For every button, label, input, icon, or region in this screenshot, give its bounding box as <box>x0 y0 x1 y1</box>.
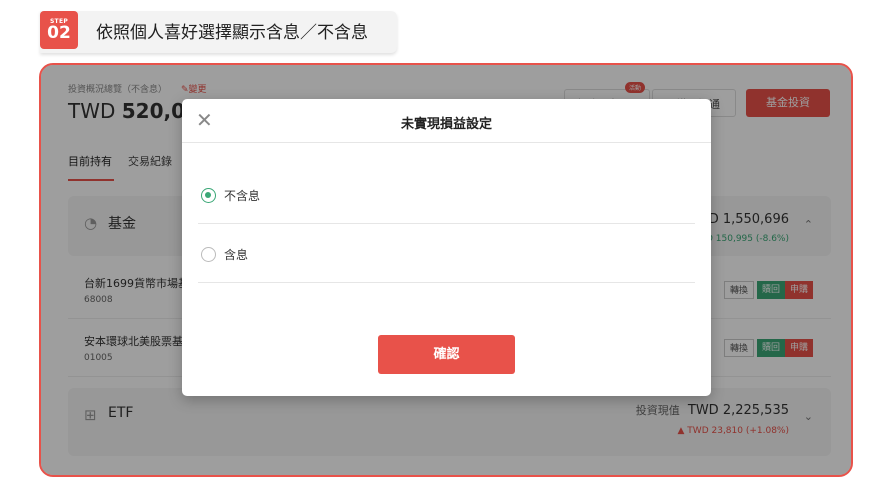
option-label: 含息 <box>224 248 249 262</box>
step-badge: STEP 02 <box>40 11 78 49</box>
unrealized-pnl-settings-dialog: ✕ 未實現損益設定 不含息 含息 確認 <box>182 99 711 396</box>
option-label: 不含息 <box>224 189 261 203</box>
step-badge-number: 02 <box>47 23 71 43</box>
step-title: 依照個人喜好選擇顯示含息／不含息 <box>96 23 368 43</box>
radio-unchecked[interactable] <box>201 247 216 262</box>
dialog-title: 未實現損益設定 <box>400 117 492 132</box>
option-include-dividend[interactable]: 含息 <box>198 225 695 283</box>
dialog-header: ✕ 未實現損益設定 <box>182 99 711 143</box>
step-header: STEP 02 依照個人喜好選擇顯示含息／不含息 <box>40 11 397 53</box>
radio-checked[interactable] <box>201 188 216 203</box>
confirm-button[interactable]: 確認 <box>378 335 515 374</box>
option-exclude-dividend[interactable]: 不含息 <box>198 166 695 224</box>
